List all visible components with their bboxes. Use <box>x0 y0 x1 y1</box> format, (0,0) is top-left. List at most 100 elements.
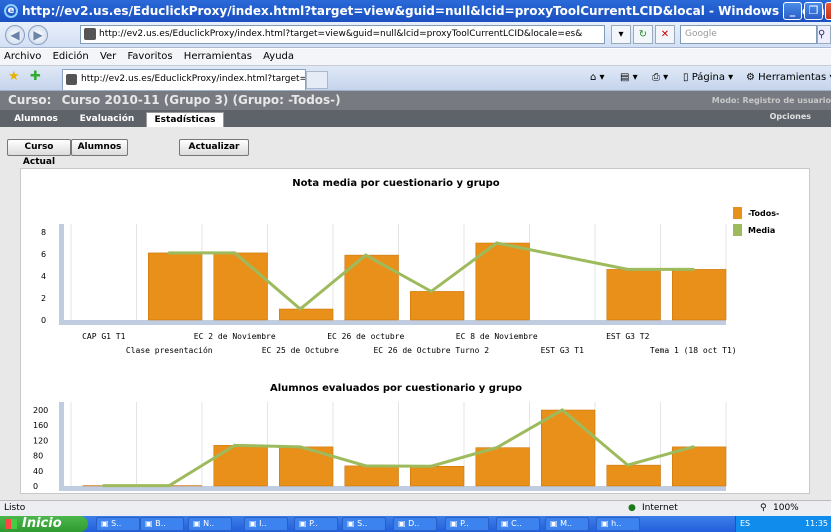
current-course-button[interactable]: Curso Actual <box>7 139 71 167</box>
x-tick-label: EST G3 T2 <box>606 332 650 341</box>
language-indicator[interactable]: ES <box>740 519 750 528</box>
chart-title: Nota media por cuestionario y grupo <box>292 178 500 189</box>
taskbar-task[interactable]: ▣ D.. <box>393 517 437 531</box>
y-tick-label: 120 <box>33 436 48 445</box>
line-point <box>364 253 368 257</box>
chart-title: Alumnos evaluados por cuestionario y gru… <box>270 383 522 394</box>
taskbar-task[interactable]: ▣ N.. <box>188 517 232 531</box>
back-button[interactable]: ◀ <box>5 25 25 45</box>
line-point <box>626 463 630 467</box>
menu-herramientas[interactable]: Herramientas <box>184 51 252 62</box>
line-point <box>167 251 171 255</box>
taskbar-task[interactable]: ▣ h.. <box>596 517 640 531</box>
search-input[interactable]: Google <box>680 25 817 44</box>
home-icon[interactable]: ⌂ ▾ <box>590 72 605 83</box>
bar <box>279 308 334 321</box>
tab-estadisticas[interactable]: Estadísticas <box>146 112 224 127</box>
menu-edicion[interactable]: Edición <box>53 51 89 62</box>
course-label: Curso: <box>8 93 52 107</box>
bar <box>541 409 596 487</box>
bar <box>606 269 661 321</box>
site-favicon-icon <box>84 28 96 40</box>
bar <box>148 252 203 321</box>
print-icon[interactable]: ⎙ ▾ <box>652 72 668 83</box>
line-point <box>691 445 695 449</box>
x-tick-label: EST G3 T1 <box>541 346 585 355</box>
ie-logo-icon: e <box>4 4 18 18</box>
taskbar-task[interactable]: ▣ P.. <box>294 517 338 531</box>
refresh-icon[interactable]: ↻ <box>633 25 653 44</box>
line-point <box>626 267 630 271</box>
browser-tab[interactable]: http://ev2.us.es/EduclickProxy/index.htm… <box>62 69 306 90</box>
bar <box>213 252 268 321</box>
zoom-icon[interactable]: ⚲ <box>760 501 767 516</box>
clock: 11:35 <box>804 519 828 528</box>
menu-ver[interactable]: Ver <box>100 51 116 62</box>
tools-menu-button[interactable]: ⚙ Herramientas ▾ <box>746 72 831 83</box>
address-bar[interactable]: http://ev2.us.es/EduclickProxy/index.htm… <box>80 25 605 44</box>
students-button[interactable]: Alumnos <box>71 139 128 156</box>
close-button[interactable]: ✕ <box>825 2 831 20</box>
windows-flag-icon <box>5 519 17 529</box>
menu-favoritos[interactable]: Favoritos <box>127 51 172 62</box>
x-tick-label: EC 2 de Noviembre <box>194 332 276 341</box>
y-tick-label: 2 <box>41 294 46 303</box>
line-point <box>495 446 499 450</box>
search-icon[interactable]: ⚲ <box>817 25 831 44</box>
chart-panel: Nota media por cuestionario y grupo 0 2 4 6 8… <box>20 168 810 521</box>
tab-alumnos[interactable]: Alumnos <box>6 112 66 127</box>
address-text: http://ev2.us.es/EduclickProxy/index.htm… <box>99 29 583 39</box>
app-header: Curso: Curso 2010-11 (Grupo 3) (Grupo: -… <box>0 91 831 110</box>
stop-icon[interactable]: ✕ <box>655 25 675 44</box>
bar <box>213 445 268 487</box>
window-titlebar: e http://ev2.us.es/EduclickProxy/index.h… <box>0 0 831 22</box>
mode-label: Modo: Registro de usuario <box>711 96 831 105</box>
menu-archivo[interactable]: Archivo <box>4 51 41 62</box>
page-menu-button[interactable]: ▯ Página ▾ <box>683 72 733 83</box>
taskbar-task[interactable]: ▣ S.. <box>96 517 140 531</box>
forward-button[interactable]: ▶ <box>28 25 48 45</box>
address-dropdown-button[interactable]: ▾ <box>611 25 631 44</box>
start-button[interactable]: Inicio <box>0 516 88 532</box>
zoom-level[interactable]: 100% <box>773 501 799 516</box>
line-point <box>298 307 302 311</box>
tab-evaluacion[interactable]: Evaluación <box>72 112 142 127</box>
taskbar-task[interactable]: ▣ I.. <box>244 517 288 531</box>
status-text: Listo <box>4 503 26 513</box>
line-point <box>233 443 237 447</box>
status-bar: Listo ● Internet ⚲ 100% <box>0 500 831 516</box>
menu-ayuda[interactable]: Ayuda <box>263 51 294 62</box>
legend-label: -Todos- <box>748 209 779 218</box>
taskbar: Inicio ▣ S.. ▣ B.. ▣ N.. ▣ I.. ▣ P.. ▣ S.. ▣ D… <box>0 516 831 532</box>
menu-bar: Archivo Edición Ver Favoritos Herramient… <box>0 49 831 66</box>
minimize-button[interactable]: _ <box>783 2 802 20</box>
refresh-button[interactable]: Actualizar <box>179 139 249 156</box>
y-tick-label: 40 <box>33 467 43 476</box>
start-label: Inicio <box>22 516 62 531</box>
taskbar-task[interactable]: ▣ P.. <box>445 517 489 531</box>
bar <box>410 291 465 321</box>
y-axis-bar <box>59 224 64 320</box>
feeds-icon[interactable]: ▤ ▾ <box>620 72 638 83</box>
bar <box>606 464 661 487</box>
line-point <box>560 408 564 412</box>
add-favorite-icon[interactable]: ✚ <box>30 69 41 84</box>
course-name: Curso 2010-11 (Grupo 3) (Grupo: -Todos-) <box>61 93 341 107</box>
globe-icon: ● <box>628 503 636 513</box>
taskbar-task[interactable]: ▣ B.. <box>140 517 184 531</box>
x-axis-bar <box>59 320 726 325</box>
address-toolbar: ◀ ▶ http://ev2.us.es/EduclickProxy/index… <box>0 22 831 48</box>
x-tick-label: Clase presentación <box>126 345 213 355</box>
taskbar-task[interactable]: ▣ S.. <box>342 517 386 531</box>
legend-swatch <box>733 224 742 236</box>
y-tick-label: 200 <box>33 406 48 415</box>
bar <box>475 447 530 487</box>
taskbar-task[interactable]: ▣ M.. <box>545 517 589 531</box>
options-link[interactable]: Opciones <box>770 112 811 121</box>
taskbar-task[interactable]: ▣ C.. <box>496 517 540 531</box>
maximize-button[interactable]: ❐ <box>804 2 823 20</box>
y-axis-bar <box>59 402 64 486</box>
favorites-star-icon[interactable]: ★ <box>8 69 20 84</box>
tab-toolbar: ★ ✚ http://ev2.us.es/EduclickProxy/index… <box>0 66 831 91</box>
new-tab-button[interactable] <box>306 71 328 89</box>
